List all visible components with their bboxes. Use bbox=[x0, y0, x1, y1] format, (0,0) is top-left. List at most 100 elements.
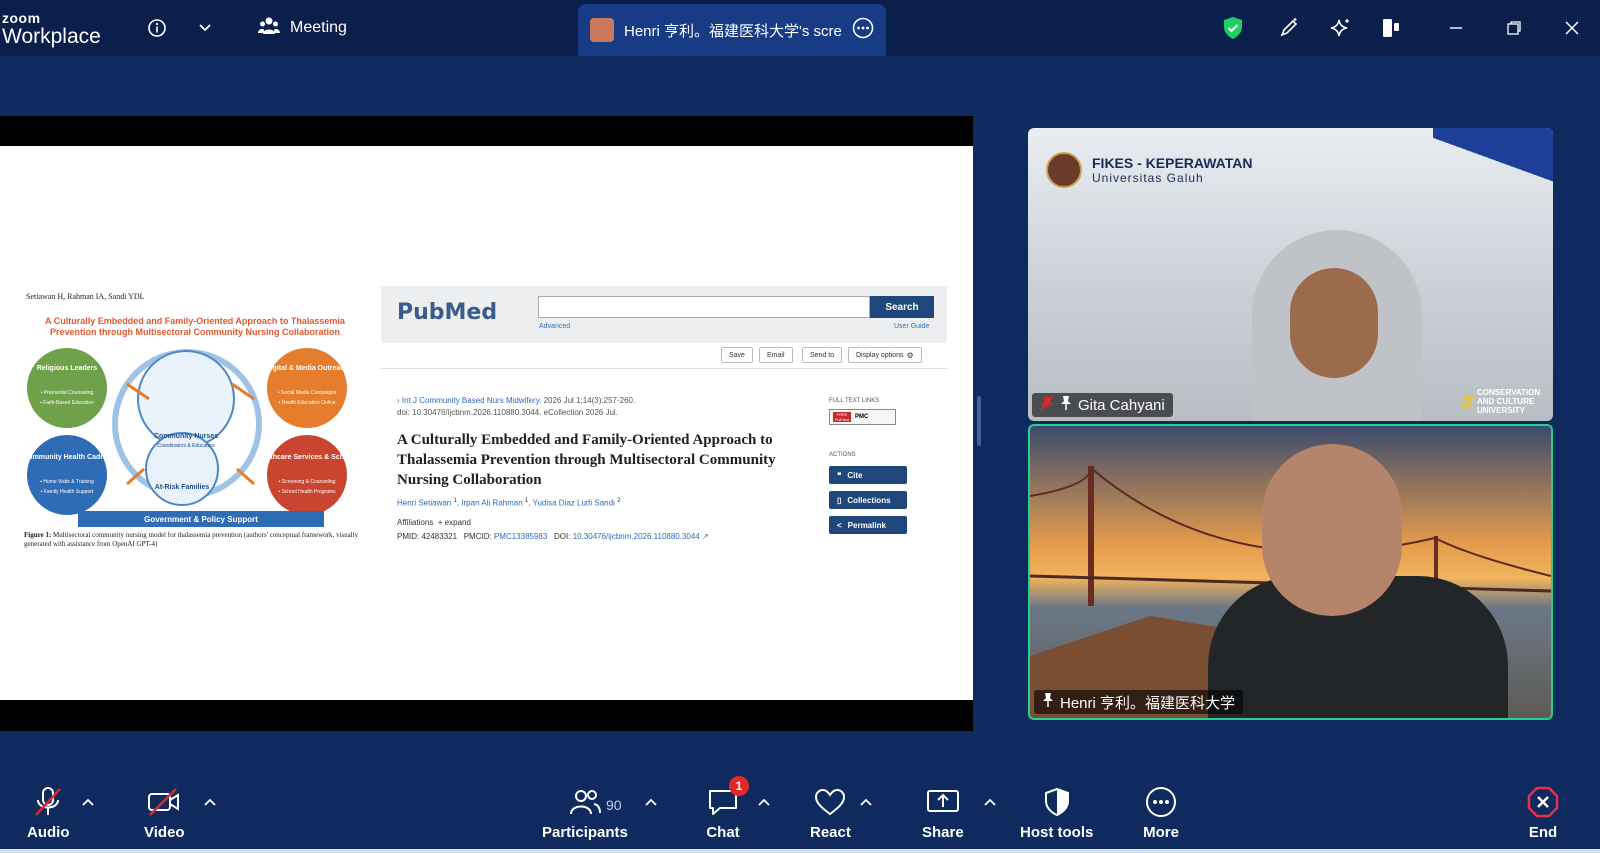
full-text-links-heading: FULL TEXT LINKS bbox=[829, 398, 880, 404]
caption-text: Multisectoral community nursing model fo… bbox=[24, 531, 359, 548]
pubmed-send-to-button[interactable]: Send to bbox=[802, 347, 843, 363]
pubmed-journal-details: . 2026 Jul 1;14(3):257-260. bbox=[539, 396, 636, 405]
pubmed-affiliations[interactable]: Affiliations + expand bbox=[397, 518, 471, 527]
video-options-caret-icon[interactable] bbox=[202, 794, 218, 810]
shield-icon bbox=[1037, 784, 1077, 820]
participants-options-caret-icon[interactable] bbox=[643, 794, 659, 810]
figure-authors: Setiawan H, Rahman IA, Sandi YDL bbox=[26, 292, 145, 301]
screen-share-title: Henri 亨利。福建医科大学's screen bbox=[624, 22, 842, 40]
meeting-menu-button[interactable]: Meeting bbox=[258, 14, 347, 42]
pin-icon bbox=[1042, 692, 1054, 712]
figure-diagram: Religious Leaders • Premarital Counselin… bbox=[23, 348, 358, 515]
pubmed-email-button[interactable]: Email bbox=[759, 347, 793, 363]
participants-label: Participants bbox=[542, 824, 628, 841]
screen-share-tab[interactable]: Henri 亨利。福建医科大学's screen bbox=[578, 4, 886, 56]
react-label: React bbox=[810, 824, 851, 841]
node-center: Community Nurses bbox=[154, 433, 218, 440]
participants-icon bbox=[565, 784, 605, 820]
more-icon bbox=[1141, 784, 1181, 820]
host-tools-button[interactable]: Host tools bbox=[1020, 784, 1093, 841]
more-options-icon[interactable] bbox=[852, 17, 874, 44]
pmcid-label: PMCID: bbox=[463, 532, 492, 541]
share-screen-icon bbox=[923, 784, 963, 820]
pmcid-link[interactable]: PMC13385983 bbox=[494, 532, 547, 541]
base-banner-label: Government & Policy Support bbox=[144, 515, 258, 524]
affiliations-label: Affiliations bbox=[397, 518, 434, 527]
expand-toggle[interactable]: + expand bbox=[438, 518, 471, 527]
chevron-down-icon[interactable] bbox=[193, 16, 217, 40]
caption-label: Figure 1: bbox=[24, 531, 52, 539]
react-options-caret-icon[interactable] bbox=[858, 794, 874, 810]
meeting-label: Meeting bbox=[290, 19, 347, 36]
more-button[interactable]: More bbox=[1141, 784, 1181, 841]
cite-label: Cite bbox=[847, 470, 863, 480]
base-banner: Government & Policy Support bbox=[78, 511, 324, 527]
sharer-avatar bbox=[590, 18, 614, 42]
pubmed-search-input[interactable] bbox=[538, 296, 870, 318]
participant-video-tile[interactable]: FIKES - KEPERAWATAN Universitas Galuh # … bbox=[1028, 128, 1553, 421]
doi-link[interactable]: 10.30476/ijcbnm.2026.110880.3044 bbox=[573, 532, 700, 541]
share-label: Share bbox=[922, 824, 964, 841]
share-options-caret-icon[interactable] bbox=[982, 794, 998, 810]
chat-button[interactable]: 1 Chat bbox=[703, 776, 749, 841]
ai-companion-sparkle-icon[interactable] bbox=[1326, 14, 1354, 42]
video-label: Video bbox=[144, 824, 185, 841]
restore-icon[interactable] bbox=[1500, 14, 1528, 42]
chat-unread-badge: 1 bbox=[729, 776, 749, 796]
author-link[interactable]: Henri Setiawan bbox=[397, 499, 451, 508]
participant-name-tag: Gita Cahyani bbox=[1032, 393, 1173, 417]
background-stripes bbox=[1433, 128, 1553, 218]
external-link-icon: ↗ bbox=[702, 532, 709, 541]
conservation-badge-text: CONSERVATION AND CULTURE UNIVERSITY bbox=[1477, 388, 1541, 415]
chat-options-caret-icon[interactable] bbox=[756, 794, 772, 810]
display-options-label: Display options bbox=[856, 351, 904, 359]
university-seal-logo bbox=[1046, 152, 1082, 188]
info-icon[interactable] bbox=[145, 16, 169, 40]
pubmed-advanced-link[interactable]: Advanced bbox=[539, 323, 570, 330]
figure-title: A Culturally Embedded and Family-Oriente… bbox=[45, 316, 345, 337]
pmid-label: PMID: 42483321 bbox=[397, 532, 458, 541]
audio-label: Audio bbox=[27, 824, 70, 841]
react-button[interactable]: React bbox=[810, 784, 851, 841]
view-layout-icon[interactable] bbox=[1377, 14, 1405, 42]
close-icon[interactable] bbox=[1558, 14, 1586, 42]
audio-options-caret-icon[interactable] bbox=[80, 794, 96, 810]
node-community: Community Health Cadres bbox=[23, 454, 111, 461]
video-off-icon bbox=[144, 784, 184, 820]
participant-name-tag: Henri 亨利。福建医科大学 bbox=[1034, 690, 1244, 714]
mic-muted-icon bbox=[1040, 395, 1054, 415]
security-shield-icon[interactable] bbox=[1219, 14, 1247, 42]
brand-line-2: Universitas Galuh bbox=[1092, 171, 1204, 185]
collections-button[interactable]: ▯ Collections bbox=[829, 491, 907, 509]
free-full-text-link[interactable]: FREE Full text PMC bbox=[829, 409, 896, 425]
meeting-controls: Audio Video Participants 90 1 Chat React… bbox=[0, 764, 1600, 853]
shared-screen[interactable]: Setiawan H, Rahman IA, Sandi YDL A Cultu… bbox=[0, 116, 973, 731]
end-icon bbox=[1523, 784, 1563, 820]
permalink-button[interactable]: < Permalink bbox=[829, 516, 907, 534]
cite-button[interactable]: ❝ Cite bbox=[829, 466, 907, 484]
author-link[interactable]: Yudisa Diaz Lutfi Sandi bbox=[533, 499, 615, 508]
pubmed-search-button[interactable]: Search bbox=[870, 296, 934, 318]
pmc-badge: PMC bbox=[855, 414, 869, 420]
video-button[interactable]: Video bbox=[144, 784, 185, 841]
pubmed-save-button[interactable]: Save bbox=[721, 347, 753, 363]
node-healthcare-item-2: • School Health Programs bbox=[278, 489, 336, 495]
minimize-icon[interactable] bbox=[1442, 14, 1470, 42]
author-link[interactable]: Irpan Ali Rahman bbox=[461, 499, 522, 508]
pubmed-journal-line: › Int J Community Based Nurs Midwifery. … bbox=[397, 396, 635, 405]
node-digital: Digital & Media Outreach bbox=[266, 365, 349, 372]
annotate-pen-icon[interactable] bbox=[1275, 14, 1303, 42]
pubmed-user-guide-link[interactable]: User Guide bbox=[894, 323, 929, 330]
pubmed-logo[interactable]: PubMed bbox=[397, 300, 497, 325]
pin-icon bbox=[1060, 395, 1072, 415]
pubmed-journal-link[interactable]: Int J Community Based Nurs Midwifery bbox=[402, 396, 539, 405]
zoom-logo: zoom Workplace bbox=[0, 10, 110, 50]
share-button[interactable]: Share bbox=[922, 784, 964, 841]
permalink-label: Permalink bbox=[847, 520, 886, 530]
audio-button[interactable]: Audio bbox=[27, 784, 70, 841]
collections-label: Collections bbox=[847, 495, 891, 505]
active-speaker-video-tile[interactable]: Henri 亨利。福建医科大学 bbox=[1028, 424, 1553, 720]
pubmed-display-options-button[interactable]: Display options ⚙ bbox=[848, 347, 922, 363]
split-view-handle[interactable] bbox=[977, 396, 981, 446]
end-meeting-button[interactable]: End bbox=[1523, 784, 1563, 841]
